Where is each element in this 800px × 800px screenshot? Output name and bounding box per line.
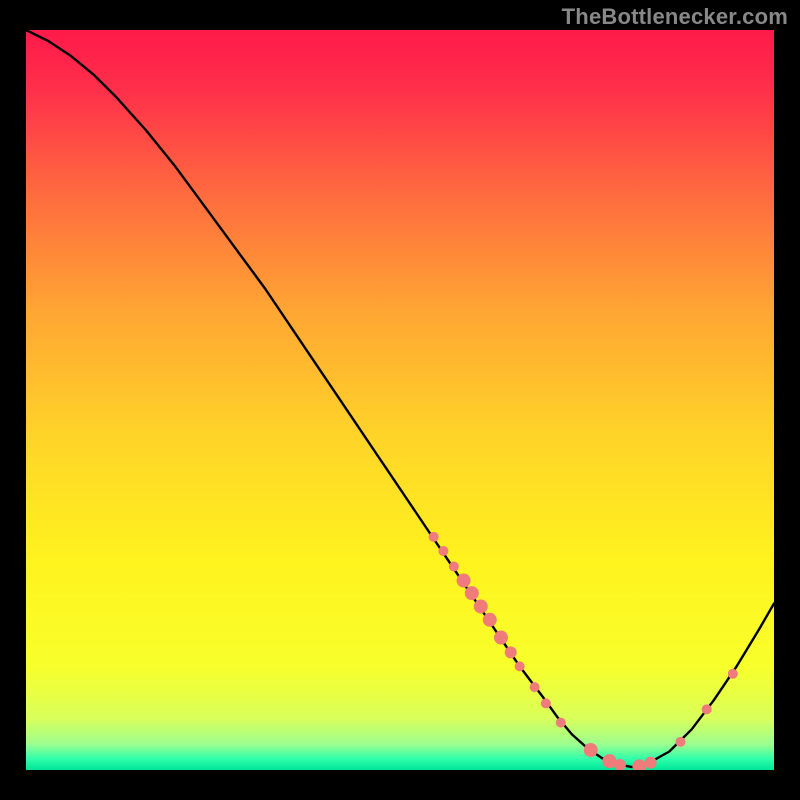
data-marker xyxy=(541,698,551,708)
chart-svg xyxy=(26,30,774,770)
chart-area xyxy=(26,30,774,770)
data-marker xyxy=(515,661,525,671)
data-marker xyxy=(474,599,488,613)
data-marker xyxy=(556,718,566,728)
data-marker xyxy=(645,757,657,769)
data-marker xyxy=(457,574,471,588)
data-marker xyxy=(728,669,738,679)
data-marker xyxy=(584,743,598,757)
data-marker xyxy=(676,737,686,747)
gradient-background xyxy=(26,30,774,770)
data-marker xyxy=(483,613,497,627)
data-marker xyxy=(449,562,459,572)
data-marker xyxy=(702,704,712,714)
data-marker xyxy=(465,586,479,600)
data-marker xyxy=(505,646,517,658)
data-marker xyxy=(530,682,540,692)
data-marker xyxy=(494,631,508,645)
data-marker xyxy=(438,546,448,556)
data-marker xyxy=(429,532,439,542)
watermark-text: TheBottlenecker.com xyxy=(562,4,788,30)
